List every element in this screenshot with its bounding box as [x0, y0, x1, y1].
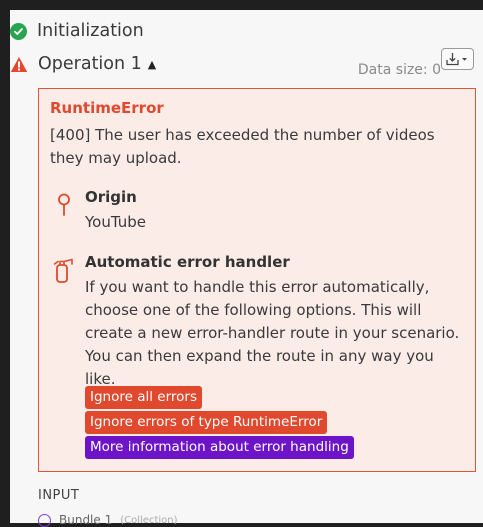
download-icon — [445, 52, 470, 66]
bundle-type: (Collection) — [120, 514, 178, 526]
origin-value: YouTube — [85, 213, 146, 231]
ignore-runtime-errors-button[interactable]: Ignore errors of type RuntimeError — [85, 411, 328, 434]
error-message: [400] The user has exceeded the number o… — [50, 126, 435, 167]
check-circle-icon — [10, 22, 27, 40]
error-handling-info-link[interactable]: More information about error handling — [85, 436, 354, 459]
data-size-label: Data size: 0 — [357, 62, 441, 78]
bundle-icon — [38, 513, 51, 527]
origin-heading: Origin — [85, 188, 137, 206]
execution-log-panel: Initialization Operation 1 ▲ Data size: … — [10, 10, 483, 527]
error-type: RuntimeError — [50, 99, 164, 117]
initialization-label: Initialization — [37, 21, 144, 41]
fire-extinguisher-icon — [53, 256, 75, 288]
handler-heading: Automatic error handler — [85, 253, 290, 271]
input-section-label: INPUT — [38, 488, 80, 503]
warning-triangle-icon — [10, 56, 28, 73]
caret-up-icon[interactable]: ▲ — [148, 58, 156, 71]
initialization-row[interactable]: Initialization — [10, 21, 144, 41]
pin-icon — [57, 193, 71, 221]
handler-description: If you want to handle this error automat… — [85, 278, 460, 388]
ignore-all-errors-button[interactable]: Ignore all errors — [85, 386, 202, 409]
operation-row[interactable]: Operation 1 ▲ — [10, 54, 156, 74]
bundle-label: Bundle 1 — [59, 513, 113, 527]
operation-label: Operation 1 — [38, 54, 142, 74]
download-button[interactable] — [441, 48, 474, 70]
bundle-row[interactable]: Bundle 1 (Collection) — [38, 513, 178, 527]
error-details-box: RuntimeError [400] The user has exceeded… — [38, 88, 476, 472]
